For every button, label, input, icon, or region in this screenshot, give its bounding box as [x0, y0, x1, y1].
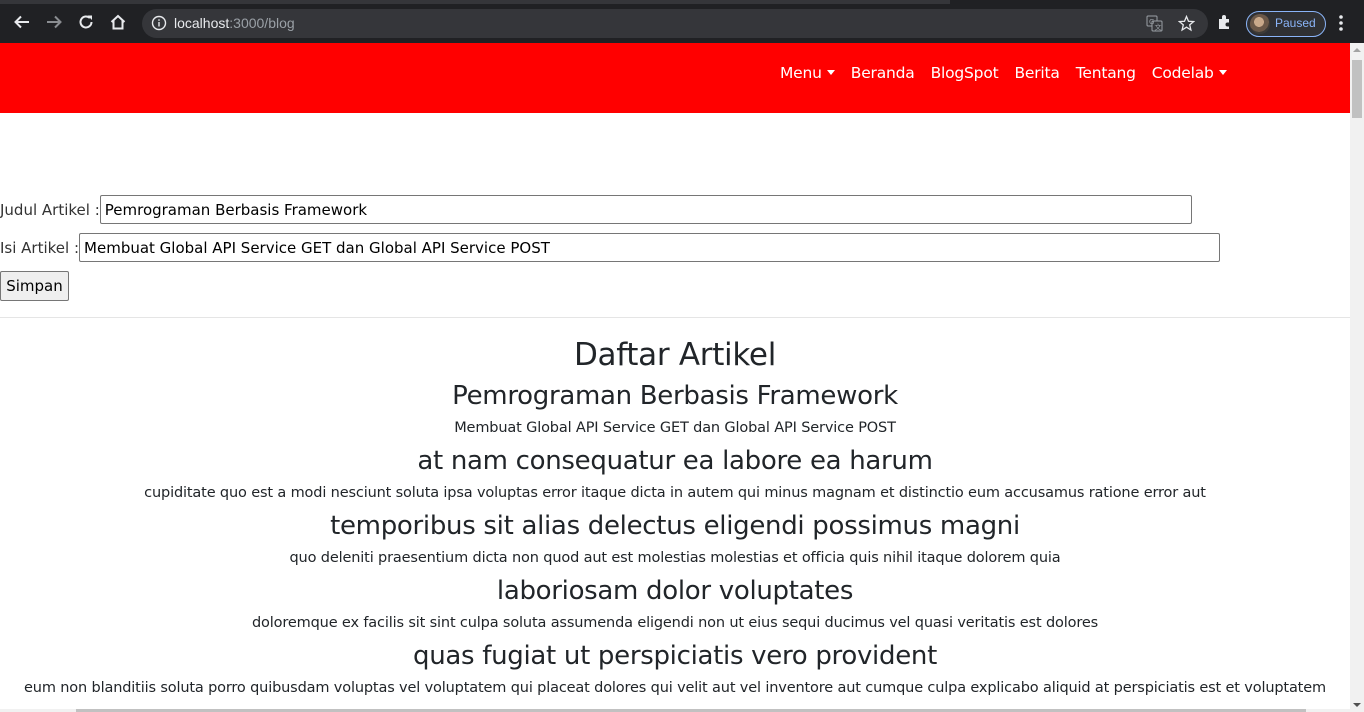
article-title: quas fugiat ut perspiciatis vero provide… — [413, 641, 937, 671]
menu-kebab-icon[interactable] — [1338, 14, 1344, 36]
nav-codelab-dropdown[interactable]: Codelab — [1144, 61, 1235, 85]
nav-menu-dropdown[interactable]: Menu — [772, 61, 843, 85]
url-path: :3000/blog — [229, 15, 295, 31]
site-navbar: Menu Beranda BlogSpot Berita Tentang Cod… — [0, 43, 1350, 113]
article-item: at nam consequatur ea labore ea harum cu… — [0, 441, 1350, 506]
url-host: localhost — [174, 15, 230, 31]
nav-tentang[interactable]: Tentang — [1068, 61, 1144, 85]
caret-down-icon — [826, 70, 835, 75]
article-title: Pemrograman Berbasis Framework — [452, 381, 898, 411]
profile-button[interactable]: Paused — [1246, 11, 1326, 37]
article-title: laboriosam dolor voluptates — [496, 576, 854, 606]
nav-codelab-label: Codelab — [1151, 64, 1214, 82]
scroll-up-icon[interactable] — [1353, 48, 1361, 52]
divider — [0, 317, 1350, 318]
back-icon[interactable] — [11, 11, 33, 33]
nav-beranda[interactable]: Beranda — [843, 61, 923, 85]
nav-menu-label: Menu — [780, 64, 822, 82]
nav-menu: Menu Beranda BlogSpot Berita Tentang Cod… — [772, 61, 1235, 85]
save-button[interactable]: Simpan — [0, 271, 69, 301]
list-heading: Daftar Artikel — [573, 337, 777, 373]
body-label: Isi Artikel : — [0, 238, 80, 257]
vertical-scrollbar[interactable] — [1350, 43, 1364, 712]
scroll-down-icon[interactable] — [1353, 703, 1361, 707]
article-body: Membuat Global API Service GET dan Globa… — [454, 420, 896, 436]
profile-status: Paused — [1275, 16, 1316, 30]
article-item: quas fugiat ut perspiciatis vero provide… — [0, 636, 1350, 701]
title-label: Judul Artikel : — [0, 200, 100, 219]
nav-berita[interactable]: Berita — [1006, 61, 1067, 85]
title-input[interactable] — [99, 195, 1192, 224]
article-item: laboriosam dolor voluptates doloremque e… — [0, 571, 1350, 636]
body-row: Isi Artikel : — [0, 233, 1221, 262]
extensions-icon[interactable] — [1216, 13, 1234, 35]
info-icon[interactable] — [151, 15, 167, 35]
svg-text:文: 文 — [1155, 23, 1162, 32]
address-bar[interactable]: localhost:3000/blog G文 — [142, 9, 1208, 38]
scrollbar-thumb[interactable] — [1352, 60, 1362, 118]
star-icon[interactable] — [1177, 14, 1196, 36]
article-body: quo deleniti praesentium dicta non quod … — [289, 550, 1061, 566]
reload-icon[interactable] — [75, 11, 97, 33]
article-body: eum non blanditiis soluta porro quibusda… — [24, 680, 1326, 696]
home-icon[interactable] — [107, 11, 129, 33]
article-item: temporibus sit alias delectus eligendi p… — [0, 506, 1350, 571]
translate-icon[interactable]: G文 — [1146, 15, 1163, 36]
caret-down-icon — [1218, 70, 1227, 75]
nav-blogspot[interactable]: BlogSpot — [923, 61, 1007, 85]
article-body: cupiditate quo est a modi nesciunt solut… — [144, 485, 1206, 501]
article-body: doloremque ex facilis sit sint culpa sol… — [251, 615, 1098, 631]
tab-strip — [0, 0, 950, 4]
browser-toolbar: localhost:3000/blog G文 Paused — [0, 0, 1364, 43]
body-input[interactable] — [79, 233, 1221, 262]
forward-icon[interactable] — [43, 11, 65, 33]
article-item: Pemrograman Berbasis Framework Membuat G… — [0, 376, 1350, 441]
title-row: Judul Artikel : — [0, 195, 1192, 224]
avatar — [1250, 14, 1270, 34]
article-title: temporibus sit alias delectus eligendi p… — [330, 511, 1020, 541]
url-text: localhost:3000/blog — [174, 15, 295, 31]
article-title: at nam consequatur ea labore ea harum — [417, 446, 933, 476]
article-list: Daftar Artikel Pemrograman Berbasis Fram… — [0, 334, 1350, 701]
